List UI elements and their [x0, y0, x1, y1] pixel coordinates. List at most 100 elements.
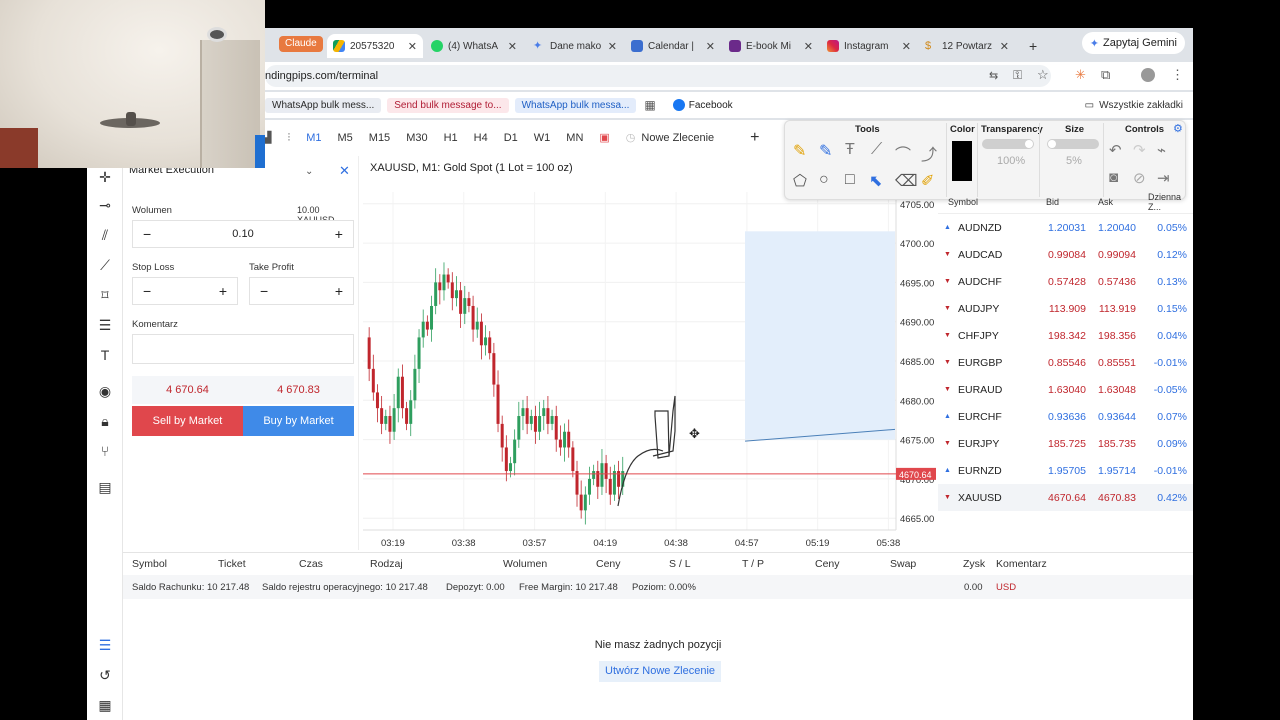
channel-icon[interactable]: ⫽ [96, 226, 114, 244]
bookmark-item[interactable]: Send bulk message to... [387, 97, 509, 113]
bar-chart-icon[interactable]: ▟ [263, 120, 279, 156]
watchlist-row[interactable]: ▼ AUDJPY 113.909 113.919 0.15% [938, 295, 1193, 322]
eye-icon[interactable]: ◉ [96, 382, 114, 400]
claude-extension-icon[interactable]: ✳ [1075, 67, 1086, 83]
watchlist-row[interactable]: ▲ EURNZD 1.95705 1.95714 -0.01% [938, 457, 1193, 484]
take-profit-stepper[interactable]: − + [249, 277, 354, 305]
bookmark-item[interactable]: WhatsApp bulk messa... [514, 97, 637, 113]
profile-avatar[interactable] [1141, 68, 1155, 82]
star-icon[interactable]: ☆ [1037, 67, 1049, 83]
claude-tab-group[interactable]: Claude [279, 36, 323, 52]
exit-icon[interactable]: ⇥ [1157, 169, 1170, 187]
timeframe-h1[interactable]: H1 [436, 120, 466, 156]
watchlist-row[interactable]: ▲ AUDNZD 1.20031 1.20040 0.05% [938, 214, 1193, 241]
watchlist-row[interactable]: ▼ EURAUD 1.63040 1.63048 -0.05% [938, 376, 1193, 403]
transparency-slider[interactable] [982, 139, 1034, 149]
text-icon[interactable]: T [96, 346, 114, 364]
extensions-icon[interactable]: ⧉ [1101, 67, 1110, 83]
watchlist-row[interactable]: ▼ AUDCAD 0.99084 0.99094 0.12% [938, 241, 1193, 268]
layers-icon[interactable]: ▤ [96, 478, 114, 496]
shape-icon[interactable]: ⌑ [96, 286, 114, 304]
new-tab-button[interactable]: + [1023, 34, 1043, 58]
highlighter-icon[interactable]: ✐ [921, 171, 934, 191]
watchlist-row[interactable]: ▼ CHFJPY 198.342 198.356 0.04% [938, 322, 1193, 349]
redo-icon[interactable]: ↷ [1133, 141, 1146, 159]
history-icon[interactable]: ↺ [96, 666, 114, 684]
stop-loss-stepper[interactable]: − + [132, 277, 238, 305]
size-slider[interactable] [1047, 139, 1099, 149]
menu-icon[interactable]: ⋮ [1171, 67, 1184, 83]
plus-icon[interactable]: + [219, 283, 227, 299]
tab-gemini[interactable]: ✦ Dane mako ✕ [527, 34, 623, 58]
close-icon[interactable]: ✕ [608, 40, 617, 53]
close-icon[interactable]: ✕ [804, 40, 813, 53]
fibonacci-icon[interactable]: ☰ [96, 316, 114, 334]
key-icon[interactable]: ⚿ [1013, 68, 1022, 83]
translate-icon[interactable]: ⇆ [989, 69, 998, 82]
buy-button[interactable]: Buy by Market [243, 406, 354, 436]
timeframe-m15[interactable]: M15 [361, 120, 398, 156]
close-icon[interactable]: ✕ [1000, 40, 1009, 53]
watchlist-row[interactable]: ▼ AUDCHF 0.57428 0.57436 0.13% [938, 268, 1193, 295]
curve-icon[interactable]: ⌒ [895, 141, 911, 165]
timeframe-m30[interactable]: M30 [398, 120, 435, 156]
sell-button[interactable]: Sell by Market [132, 406, 243, 436]
timeframe-m1[interactable]: M1 [298, 120, 329, 156]
plus-icon[interactable]: + [335, 283, 343, 299]
timeframe-d1[interactable]: D1 [496, 120, 526, 156]
comment-input[interactable] [132, 334, 354, 364]
create-order-button[interactable]: Utwórz Nowe Zlecenie [599, 661, 722, 682]
screenshot-icon[interactable]: ▣ [591, 120, 617, 156]
horizontal-line-icon[interactable]: ⊸ [96, 196, 114, 214]
gemini-button[interactable]: ✦ Zapytaj Gemini [1081, 32, 1185, 54]
bookmark-facebook[interactable]: Facebook [666, 97, 740, 113]
tab-whatsapp[interactable]: (4) WhatsA ✕ [425, 34, 523, 58]
minus-icon[interactable]: − [143, 226, 151, 242]
close-icon[interactable]: ✕ [408, 40, 417, 53]
minus-icon[interactable]: − [260, 283, 268, 299]
list-icon[interactable]: ☰ [96, 636, 114, 654]
settings-icon[interactable]: ⚙ [1173, 122, 1183, 135]
clear-icon[interactable]: ⌁ [1157, 141, 1166, 159]
polygon-icon[interactable]: ⬠ [793, 171, 807, 191]
indicators-icon[interactable]: ⫶ [279, 120, 298, 156]
tree-icon[interactable]: ⑂ [96, 442, 114, 460]
timeframe-h4[interactable]: H4 [466, 120, 496, 156]
timeframe-m5[interactable]: M5 [330, 120, 361, 156]
tab-calendar[interactable]: Calendar | ✕ [625, 34, 721, 58]
apps-grid-icon[interactable]: ▦ [644, 98, 655, 112]
tab-powtarz[interactable]: $12 Powtarz ✕ [919, 34, 1015, 58]
minus-icon[interactable]: − [143, 283, 151, 299]
tab-ebook[interactable]: E-book Mi ✕ [723, 34, 819, 58]
color-swatch[interactable] [952, 141, 972, 181]
line-icon[interactable]: ⟋ [871, 141, 882, 159]
undo-icon[interactable]: ↶ [1109, 141, 1122, 159]
watchlist-row[interactable]: ▲ EURCHF 0.93636 0.93644 0.07% [938, 403, 1193, 430]
timeframe-w1[interactable]: W1 [526, 120, 559, 156]
trendline-icon[interactable]: ⟋ [96, 256, 114, 274]
select-icon[interactable]: ⬉ [869, 171, 882, 191]
watchlist-row[interactable]: ▼ EURGBP 0.85546 0.85551 -0.01% [938, 349, 1193, 376]
add-icon[interactable]: + [742, 120, 767, 156]
close-icon[interactable]: ✕ [339, 163, 350, 179]
crosshair-icon[interactable]: ✛ [96, 168, 114, 186]
eraser-icon[interactable]: ⌫ [895, 171, 918, 191]
circle-icon[interactable]: ○ [819, 171, 829, 189]
calculator-icon[interactable]: ▦ [96, 696, 114, 714]
chart-canvas[interactable]: 4705.00 4700.00 4695.00 4690.00 4685.00 4680.… [363, 156, 937, 554]
camera-icon[interactable]: ◙ [1109, 169, 1118, 186]
price-chart[interactable]: XAUUSD, M1: Gold Spot (1 Lot = 100 oz) 4… [363, 156, 937, 554]
close-icon[interactable]: ✕ [902, 40, 911, 53]
address-bar[interactable]: ndingpips.com/terminal [265, 65, 1051, 87]
close-icon[interactable]: ✕ [706, 40, 715, 53]
new-order-button[interactable]: ◷ Nowe Zlecenie [618, 120, 722, 156]
marker-icon[interactable]: ✎ [819, 141, 832, 161]
lock-icon[interactable]: 🔒︎ [96, 412, 114, 430]
tab-instagram[interactable]: Instagram ✕ [821, 34, 917, 58]
arrow-icon[interactable]: ⤴ [921, 141, 937, 165]
timeframe-mn[interactable]: MN [558, 120, 591, 156]
all-bookmarks[interactable]: ▭ Wszystkie zakładki [1085, 100, 1183, 111]
tab-drive[interactable]: 20575320 ✕ [327, 34, 423, 58]
watchlist-row[interactable]: ▼ XAUUSD 4670.64 4670.83 0.42% [938, 484, 1193, 511]
text-tool-icon[interactable]: Ŧ [845, 141, 855, 159]
